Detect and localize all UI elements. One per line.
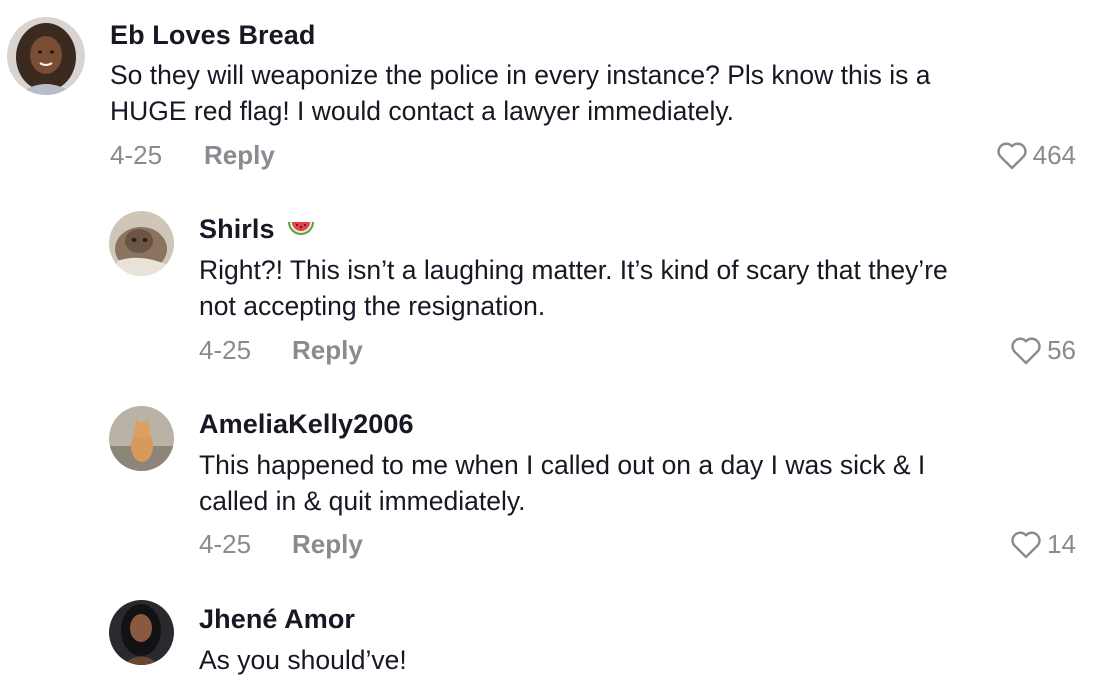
avatar[interactable]	[109, 600, 174, 665]
user-avatar-image	[109, 600, 174, 665]
comment-text-line: As you should’ve!	[199, 645, 407, 675]
comment-4: Jhené Amor As you should’ve!	[0, 0, 1106, 684]
username[interactable]: Jhené Amor	[199, 604, 355, 635]
